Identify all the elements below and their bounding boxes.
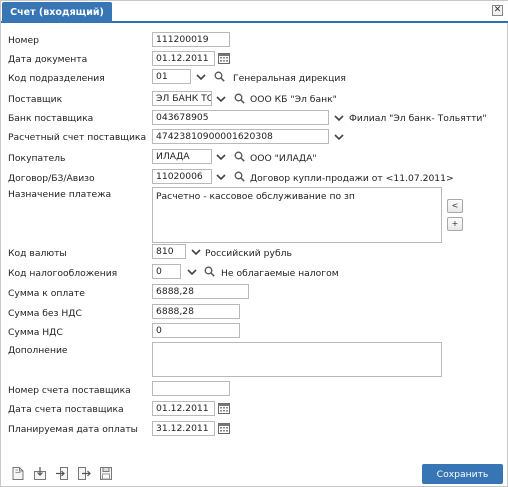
calendar-icon[interactable] bbox=[218, 422, 230, 434]
division-code-label: Код подразделения bbox=[8, 73, 105, 84]
search-icon[interactable] bbox=[234, 151, 245, 162]
window-header: Счет (входящий) ✕ bbox=[1, 1, 508, 23]
currency-label: Код валюты bbox=[8, 248, 67, 259]
addition-textarea[interactable] bbox=[152, 342, 442, 377]
supplier-invoice-no-field[interactable] bbox=[152, 381, 230, 396]
search-icon[interactable] bbox=[234, 93, 245, 104]
division-code-field[interactable]: 01 bbox=[152, 69, 191, 84]
supplier-bank-desc: Филиал "Эл банк- Тольятти" bbox=[349, 113, 487, 124]
supplier-account-label: Расчетный счет поставщика bbox=[8, 132, 147, 143]
new-document-icon[interactable] bbox=[11, 466, 25, 481]
supplier-label: Поставщик bbox=[8, 94, 63, 105]
supplier-invoice-no-label: Номер счета поставщика bbox=[8, 385, 131, 396]
supplier-desc: ООО КБ "Эл банк" bbox=[250, 94, 337, 105]
chevron-down-icon[interactable] bbox=[196, 72, 206, 82]
vat-label: Сумма НДС bbox=[8, 327, 63, 338]
chevron-down-icon[interactable] bbox=[216, 172, 226, 182]
purpose-textarea[interactable]: Расчетно - кассовое обслуживание по зп bbox=[152, 187, 442, 243]
chevron-down-icon[interactable] bbox=[216, 94, 226, 104]
save-disk-icon[interactable] bbox=[99, 466, 113, 481]
supplier-bank-field[interactable]: 043678905 bbox=[152, 110, 329, 125]
division-desc: Генеральная дирекция bbox=[233, 73, 346, 84]
search-icon[interactable] bbox=[214, 71, 225, 82]
calendar-icon[interactable] bbox=[218, 52, 230, 64]
buyer-desc: ООО "ИЛАДА" bbox=[250, 153, 317, 164]
tax-code-label: Код налогообложения bbox=[8, 268, 118, 279]
save-button[interactable]: Сохранить bbox=[422, 464, 503, 484]
supplier-invoice-date-label: Дата счета поставщика bbox=[8, 404, 124, 415]
collapse-button[interactable]: < bbox=[447, 199, 463, 213]
addition-label: Дополнение bbox=[8, 345, 68, 356]
contract-desc: Договор купли-продажи от <11.07.2011> bbox=[250, 173, 454, 184]
amount-no-vat-field[interactable]: 6888,28 bbox=[152, 304, 240, 319]
expand-button[interactable]: + bbox=[447, 217, 463, 231]
purpose-label: Назначение платежа bbox=[8, 189, 112, 200]
close-icon[interactable]: ✕ bbox=[492, 5, 503, 16]
import-icon[interactable] bbox=[33, 466, 47, 481]
planned-payment-date-label: Планируемая дата оплаты bbox=[8, 424, 138, 435]
number-field[interactable]: 111200019 bbox=[152, 32, 230, 47]
supplier-bank-label: Банк поставщика bbox=[8, 113, 94, 124]
amount-due-label: Сумма к оплате bbox=[8, 288, 85, 299]
amount-due-field[interactable]: 6888,28 bbox=[152, 284, 249, 299]
search-icon[interactable] bbox=[234, 171, 245, 182]
search-icon[interactable] bbox=[204, 266, 215, 277]
chevron-down-icon[interactable] bbox=[191, 247, 201, 257]
tab-incoming-invoice[interactable]: Счет (входящий) bbox=[2, 2, 112, 23]
supplier-invoice-date-field[interactable]: 01.12.2011 bbox=[152, 401, 215, 416]
planned-payment-date-field[interactable]: 31.12.2011 bbox=[152, 421, 215, 436]
supplier-field[interactable]: ЭЛ БАНК ТО bbox=[152, 91, 212, 106]
chevron-down-icon[interactable] bbox=[216, 152, 226, 162]
buyer-field[interactable]: ИЛАДА bbox=[152, 149, 212, 164]
chevron-down-icon[interactable] bbox=[334, 132, 344, 142]
supplier-account-field[interactable]: 47423810900001620308 bbox=[152, 129, 329, 144]
amount-no-vat-label: Сумма без НДС bbox=[8, 308, 82, 319]
tax-code-field[interactable]: 0 bbox=[152, 264, 181, 279]
currency-field[interactable]: 810 bbox=[152, 244, 186, 259]
export-icon[interactable] bbox=[77, 466, 91, 481]
doc-date-label: Дата документа bbox=[8, 54, 88, 65]
calendar-icon[interactable] bbox=[218, 402, 230, 414]
number-label: Номер bbox=[8, 35, 39, 46]
login-icon[interactable] bbox=[55, 466, 69, 481]
chevron-down-icon[interactable] bbox=[187, 267, 197, 277]
chevron-down-icon[interactable] bbox=[334, 113, 344, 123]
vat-field[interactable]: 0 bbox=[152, 323, 240, 338]
tax-code-desc: Не облагаемые налогом bbox=[221, 268, 339, 279]
contract-label: Договор/БЗ/Авизо bbox=[8, 173, 95, 184]
contract-field[interactable]: 11020006 bbox=[152, 169, 212, 184]
buyer-label: Покупатель bbox=[8, 153, 66, 164]
currency-desc: Российский рубль bbox=[205, 248, 292, 259]
invoice-window: Счет (входящий) ✕ Номер 111200019 Дата д… bbox=[0, 0, 508, 487]
doc-date-field[interactable]: 01.12.2011 bbox=[152, 51, 215, 66]
